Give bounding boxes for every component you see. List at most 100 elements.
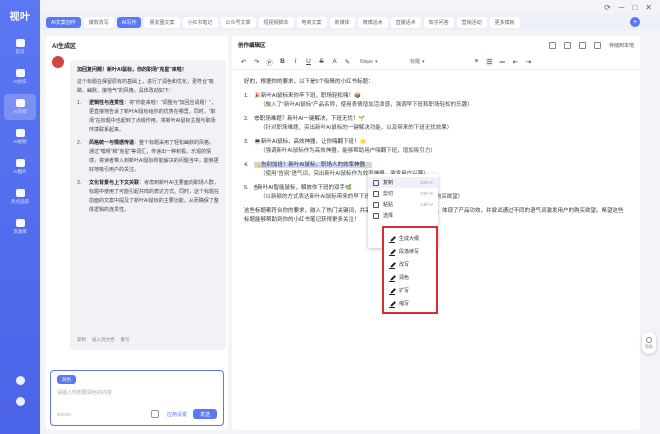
send-button[interactable]: 发送 (192, 409, 217, 419)
chevron-down-icon: ▾ (422, 58, 425, 65)
tab-more[interactable]: 更多模板 (489, 16, 520, 28)
app-logo: 视叶 (9, 11, 31, 23)
highlight-button[interactable]: ✎ (344, 58, 351, 66)
menu-item-polish[interactable]: 润色 (384, 271, 436, 284)
attach-icon[interactable] (150, 410, 159, 418)
list-item: 1. 🎉新叶AI鼠标来你辛下班，职场轻松嗨！📦 （融入了"新叶AI鼠标"产品名称… (244, 92, 628, 110)
copy-button[interactable]: 复制 (77, 335, 86, 344)
regenerate-button[interactable]: 重写 (121, 335, 130, 344)
pen-icon (389, 301, 395, 308)
rail-item-ai-write[interactable]: AI写作 (4, 94, 36, 120)
item-number: 4. (244, 162, 249, 168)
shortcut-label: Ctrl+C (420, 180, 433, 185)
menu-item-rewrite[interactable]: 改写 (384, 258, 436, 271)
indent-icon[interactable]: ⇥ (525, 58, 532, 66)
folder-icon (15, 219, 25, 227)
tab-new-media[interactable]: 新媒体 (329, 16, 355, 28)
ai-action-menu: 生成大纲 段落续写 改写 润色 扩写 缩写 (382, 226, 438, 314)
help-icon (646, 336, 652, 343)
rail-item-ai-image[interactable]: AI图片 (0, 154, 40, 180)
rail-item-home[interactable]: 首页 (0, 34, 40, 60)
maximize-icon[interactable]: □ (632, 3, 637, 12)
item-number: 3. (244, 139, 249, 145)
save-local-button[interactable]: 存储到本地 (609, 42, 634, 49)
input-footer: 0/2000 应用设置 发送 (57, 409, 217, 419)
help-float-button[interactable]: 帮助 (642, 332, 656, 354)
mode-tag[interactable]: 润色 (57, 375, 76, 384)
tab-zhihu[interactable]: 知乎问答 (423, 16, 454, 28)
item-title: 风格统一与情感传递 (89, 140, 135, 146)
rail-item-trends[interactable]: 热点追踪 (0, 184, 40, 210)
tab-xiaohongshu[interactable]: 小红书笔记 (182, 16, 218, 28)
tab-ai-writing[interactable]: AI写作 (116, 16, 142, 28)
menu-item-select[interactable]: 选择 (368, 210, 438, 221)
item-number: 2. (77, 140, 82, 146)
pen-icon (389, 262, 395, 269)
menu-item-paste[interactable]: 粘贴 Ctrl+V (368, 199, 438, 210)
font-color-button[interactable]: A (331, 58, 338, 65)
tab-moments[interactable]: 朋友圈文案 (144, 16, 180, 28)
pen-icon (389, 249, 395, 256)
tab-marketing[interactable]: 营销活动 (456, 16, 487, 28)
italic-button[interactable]: I (292, 58, 299, 65)
rail-item-label: AI创作 (13, 79, 27, 84)
char-counter: 0/2000 (57, 411, 71, 417)
insert-button[interactable]: 插入到文档 (92, 335, 115, 344)
heading-select[interactable]: 标题 ▾ (407, 57, 467, 67)
user-icon[interactable] (15, 376, 25, 385)
print-icon[interactable] (548, 41, 556, 49)
tab-live[interactable]: 直播话术 (390, 16, 421, 28)
menu-item-shorten[interactable]: 缩写 (384, 297, 436, 310)
minimize-icon[interactable]: ─ (619, 3, 625, 12)
tab-rewrite[interactable]: 爆款改写 (83, 16, 114, 28)
item-title: 逻辑性与连贯性 (89, 100, 125, 106)
list-item: 3. 💻新叶AI鼠标，高效神器，让你嗨翻下班！🌟 （强调新叶AI鼠标作为高效神器… (244, 138, 628, 156)
menu-item-continue[interactable]: 段落续写 (384, 245, 436, 258)
heading-value: 标题 (410, 59, 421, 65)
outdent-icon[interactable]: ⇤ (512, 58, 519, 66)
item-number: 5. (244, 185, 249, 191)
format-painter-icon[interactable]: Ⓟ (266, 57, 273, 67)
close-icon[interactable]: ✕ (645, 3, 652, 12)
rail-item-ai-video[interactable]: AI视频 (0, 124, 40, 150)
prompt-input-box[interactable]: 润色 请输入你想要润色的内容 0/2000 应用设置 发送 (50, 370, 224, 426)
tab-weibo[interactable]: 微博话术 (357, 16, 388, 28)
ordered-list-icon[interactable]: ≔ (499, 58, 506, 66)
bold-button[interactable]: B (279, 58, 286, 65)
underline-button[interactable]: U (305, 58, 312, 65)
strikethrough-button[interactable]: S (318, 58, 325, 65)
tab-short-video[interactable]: 短视频脚本 (258, 16, 294, 28)
editor-header-icons: 存储到本地 (548, 41, 634, 49)
tab-ai-copywriting[interactable]: AI文案创作 (46, 16, 81, 28)
font-family-value: Nique (360, 58, 374, 65)
tab-wechat-article[interactable]: 公众号文章 (220, 16, 256, 28)
menu-item-label: 缩写 (399, 301, 410, 307)
prompt-input[interactable]: 请输入你想要润色的内容 (57, 389, 112, 396)
refresh-icon[interactable]: ⟳ (604, 3, 611, 12)
menu-item-outline[interactable]: 生成大纲 (384, 232, 436, 245)
item-number: 1. (244, 93, 249, 99)
export-icon[interactable] (563, 41, 571, 49)
item-title: 🎉新叶AI鼠标来你辛下班，职场轻松嗨！📦 (254, 93, 361, 99)
tab-ecommerce[interactable]: 电商文案 (296, 16, 327, 28)
undo-icon[interactable]: ↶ (240, 58, 247, 66)
settings-link[interactable]: 应用设置 (167, 411, 187, 418)
menu-item-expand[interactable]: 扩写 (384, 284, 436, 297)
font-family-select[interactable]: Nique ▾ (357, 57, 401, 67)
menu-item-copy[interactable]: 复制 Ctrl+C (368, 177, 438, 188)
rail-item-library[interactable]: 资源库 (0, 214, 40, 240)
home-icon (15, 39, 25, 47)
settings-icon[interactable] (593, 41, 601, 49)
item-title: 🖱新叶AI智能鼠标，解放你下班的双手🌿 (254, 185, 352, 191)
rail-item-ai-create[interactable]: AI创作 (0, 64, 40, 90)
mail-icon (15, 69, 25, 77)
share-icon[interactable] (578, 41, 586, 49)
align-icon[interactable]: ≡ (473, 58, 480, 65)
add-tab-icon[interactable]: + (630, 17, 640, 27)
left-rail: 视叶 首页 AI创作 AI写作 AI视频 AI图片 热点追踪 资源库 (0, 0, 40, 434)
menu-item-cut[interactable]: 剪切 Ctrl+X (368, 188, 438, 199)
help-icon[interactable] (15, 397, 25, 406)
trend-icon (15, 189, 25, 197)
redo-icon[interactable]: ↷ (253, 58, 260, 66)
list-icon[interactable]: ☰ (486, 57, 493, 66)
